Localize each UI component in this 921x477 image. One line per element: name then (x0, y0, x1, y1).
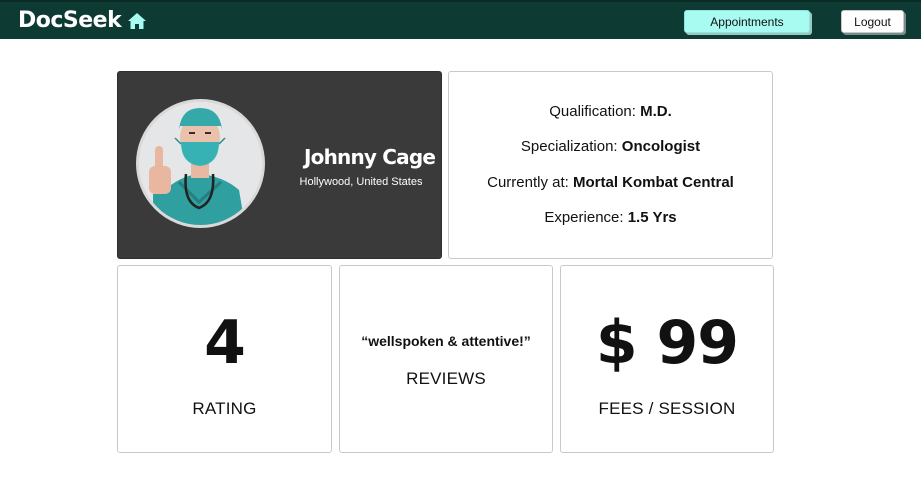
fees-card: $ 99 FEES / SESSION (560, 265, 774, 453)
review-quote: “wellspoken & attentive!” (361, 333, 531, 349)
specialization-value: Oncologist (621, 138, 701, 155)
home-icon (127, 12, 147, 30)
reviews-label: REVIEWS (406, 369, 486, 388)
rating-value: 4 (204, 308, 246, 378)
specialization-row: Specialization: Oncologist (449, 138, 772, 155)
experience-row: Experience: 1.5 Yrs (449, 209, 772, 226)
doctor-details-card: Qualification: M.D. Specialization: Onco… (448, 71, 773, 259)
logout-button[interactable]: Logout (841, 10, 904, 33)
qualification-value: M.D. (640, 103, 672, 120)
rating-label: RATING (192, 399, 257, 418)
experience-value: 1.5 Yrs (627, 209, 677, 226)
reviews-card: “wellspoken & attentive!” REVIEWS (339, 265, 553, 453)
doctor-avatar (136, 99, 265, 228)
current-workplace-label: Currently at: (487, 174, 569, 191)
brand[interactable]: DocSeek (18, 8, 147, 33)
appointments-button[interactable]: Appointments (684, 10, 810, 33)
doctor-location: Hollywood, United States (299, 176, 423, 188)
fee-value: $ 99 (595, 308, 739, 378)
navbar: DocSeek Appointments Logout (0, 0, 921, 39)
current-workplace-value: Mortal Kombat Central (573, 174, 734, 191)
doctor-name: Johnny Cage (304, 145, 436, 169)
qualification-row: Qualification: M.D. (449, 103, 772, 120)
rating-card: 4 RATING (117, 265, 332, 453)
qualification-label: Qualification: (549, 103, 636, 120)
brand-name: DocSeek (18, 8, 122, 33)
specialization-label: Specialization: (520, 138, 618, 155)
current-workplace-row: Currently at: Mortal Kombat Central (449, 174, 772, 191)
fee-label: FEES / SESSION (598, 399, 736, 418)
doctor-profile-card: Johnny Cage Hollywood, United States (117, 71, 442, 259)
experience-label: Experience: (544, 209, 624, 226)
